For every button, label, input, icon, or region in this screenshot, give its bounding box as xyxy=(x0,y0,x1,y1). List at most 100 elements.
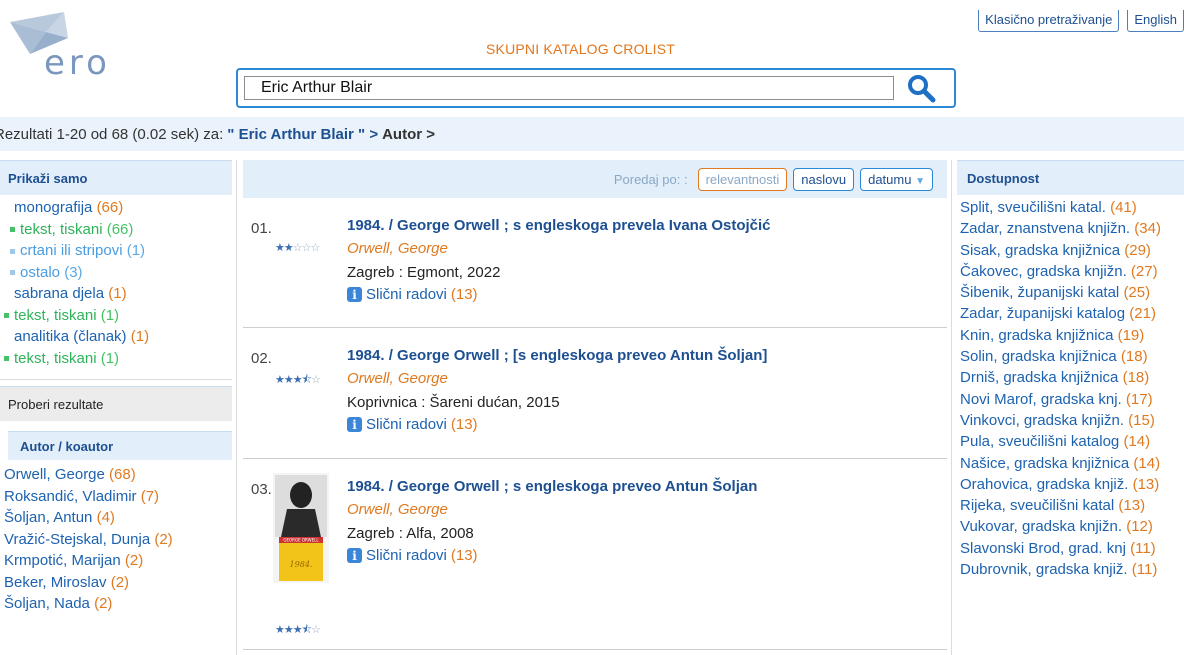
library-item[interactable]: Knin, gradska knjižnica (19) xyxy=(957,325,1184,346)
author-facet-list: Orwell, George (68) Roksandić, Vladimir (… xyxy=(0,464,232,615)
ero-logo[interactable]: ero xyxy=(6,12,126,83)
filter-count: (1) xyxy=(126,242,146,259)
library-count: (18) xyxy=(1120,348,1148,366)
library-item[interactable]: Čakovec, gradska knjižn. (27) xyxy=(957,261,1184,282)
filter-count: (3) xyxy=(64,263,83,281)
library-item[interactable]: Slavonski Brod, grad. knj (11) xyxy=(957,538,1184,559)
author-facet-item[interactable]: Šoljan, Nada (2) xyxy=(4,593,232,615)
author-name: Šoljan, Nada xyxy=(4,595,90,612)
library-item[interactable]: Šibenik, županijski katal (25) xyxy=(957,282,1184,303)
similar-works-link[interactable]: i Slični radovi (13) xyxy=(347,416,478,433)
library-item[interactable]: Orahovica, gradska knjiž. (13) xyxy=(957,474,1184,495)
record-publisher: Zagreb : Alfa, 2008 xyxy=(347,525,474,542)
author-count: (4) xyxy=(96,509,115,526)
library-item[interactable]: Dubrovnik, gradska knjiž. (11) xyxy=(957,559,1184,580)
author-facet-heading: Autor / koautor xyxy=(8,431,232,460)
filter-item[interactable]: ostalo (3) xyxy=(0,262,232,284)
filter-item[interactable]: analitika (članak) (1) xyxy=(0,326,232,348)
library-item[interactable]: Zadar, znanstvena knjižn. (34) xyxy=(957,218,1184,239)
record-title-link[interactable]: 1984. / George Orwell ; [s engleskoga pr… xyxy=(347,347,767,364)
record-number: 02. xyxy=(251,350,272,367)
library-name: Knin, gradska knjižnica xyxy=(960,326,1114,344)
author-name: Krmpotić, Marijan xyxy=(4,552,121,569)
library-item[interactable]: Vukovar, gradska knjižn. (12) xyxy=(957,516,1184,537)
library-item[interactable]: Zadar, županijski katalog (21) xyxy=(957,303,1184,324)
author-facet-item[interactable]: Vražić-Stejskal, Dunja (2) xyxy=(4,529,232,551)
right-divider xyxy=(951,160,952,655)
similar-works-link[interactable]: i Slični radovi (13) xyxy=(347,547,478,564)
library-item[interactable]: Solin, gradska knjižnica (18) xyxy=(957,346,1184,367)
author-count: (2) xyxy=(110,573,130,591)
availability-sidebar: Dostupnost Split, sveučilišni katal. (41… xyxy=(957,160,1184,580)
english-link[interactable]: English xyxy=(1127,10,1184,32)
filter-item[interactable]: crtani ili stripovi (1) xyxy=(0,240,232,262)
bullet-icon xyxy=(10,248,15,254)
library-count: (27) xyxy=(1130,262,1158,280)
filter-count: (66) xyxy=(96,199,124,216)
record-item: 02. ★★★⯪☆ 1984. / George Orwell ; [s engle… xyxy=(243,328,947,459)
query-breadcrumb[interactable]: " Eric Arthur Blair " > xyxy=(227,126,378,143)
filter-label: monografija xyxy=(14,199,93,216)
author-facet-item[interactable]: Roksandić, Vladimir (7) xyxy=(4,486,232,508)
filter-label: tekst, tiskani xyxy=(14,306,97,324)
library-name: Vinkovci, gradska knjižn. xyxy=(960,411,1124,429)
record-author-link[interactable]: Orwell, George xyxy=(347,370,448,387)
bullet-icon xyxy=(4,313,9,319)
library-item[interactable]: Sisak, gradska knjižnica (29) xyxy=(957,240,1184,261)
author-facet-item[interactable]: Beker, Miroslav (2) xyxy=(4,572,232,594)
record-author-link[interactable]: Orwell, George xyxy=(347,501,448,518)
filter-label: analitika (članak) xyxy=(14,328,127,345)
library-count: (11) xyxy=(1131,561,1158,579)
classic-search-link[interactable]: Klasično pretraživanje xyxy=(978,10,1120,32)
author-name: Orwell, George xyxy=(4,466,105,483)
star-rating-icon: ★★☆☆☆ xyxy=(275,242,320,254)
library-item[interactable]: Vinkovci, gradska knjižn. (15) xyxy=(957,410,1184,431)
sort-title-button[interactable]: naslovu xyxy=(793,167,855,191)
filter-count: (1) xyxy=(130,328,150,345)
library-name: Pula, sveučilišni katalog xyxy=(960,433,1120,451)
library-item[interactable]: Rijeka, sveučilišni katal (13) xyxy=(957,495,1184,516)
filter-label: tekst, tiskani xyxy=(20,220,103,238)
filter-item[interactable]: tekst, tiskani (1) xyxy=(0,305,232,327)
author-count: (7) xyxy=(140,487,160,505)
filter-item[interactable]: tekst, tiskani (1) xyxy=(0,348,232,370)
author-facet-item[interactable]: Orwell, George (68) xyxy=(4,464,232,486)
author-facet-item[interactable]: Šoljan, Antun (4) xyxy=(4,507,232,529)
similar-works-link[interactable]: i Slični radovi (13) xyxy=(347,286,478,303)
filter-label: ostalo xyxy=(20,263,61,281)
filter-item[interactable]: monografija (66) xyxy=(0,197,232,219)
sort-date-button[interactable]: datumu ▼ xyxy=(860,167,933,191)
results-panel: Poredaj po: : relevantnosti naslovu datu… xyxy=(243,160,947,650)
similar-count: (13) xyxy=(450,286,478,303)
availability-heading: Dostupnost xyxy=(957,160,1184,195)
library-count: (34) xyxy=(1134,220,1161,238)
library-name: Čakovec, gradska knjižn. xyxy=(960,262,1127,280)
sort-relevance-button[interactable]: relevantnosti xyxy=(697,167,788,191)
filter-count: (66) xyxy=(106,220,134,238)
library-name: Split, sveučilišni katal. xyxy=(960,199,1106,216)
filter-count: (1) xyxy=(100,306,120,324)
bullet-icon xyxy=(10,270,15,276)
search-input[interactable] xyxy=(244,76,894,100)
left-sidebar: Prikaži samo monografija (66) tekst, tisk… xyxy=(0,160,232,615)
author-facet-item[interactable]: Krmpotić, Marijan (2) xyxy=(4,550,232,572)
library-item[interactable]: Pula, sveučilišni katalog (14) xyxy=(957,431,1184,452)
record-author-link[interactable]: Orwell, George xyxy=(347,240,448,257)
similar-label: Slični radovi xyxy=(366,416,447,433)
library-item[interactable]: Našice, gradska knjižnica (14) xyxy=(957,453,1184,474)
similar-count: (13) xyxy=(450,547,478,564)
search-button[interactable] xyxy=(898,72,944,104)
filter-item[interactable]: sabrana djela (1) xyxy=(0,283,232,305)
record-item: 01. ★★☆☆☆ 1984. / George Orwell ; s engles… xyxy=(243,198,947,328)
library-name: Slavonski Brod, grad. knj xyxy=(960,539,1126,557)
similar-count: (13) xyxy=(450,416,478,433)
book-cover-image[interactable]: 1984. GEORGE ORWELL xyxy=(273,473,329,583)
library-item[interactable]: Drniš, gradska knjižnica (18) xyxy=(957,367,1184,388)
filter-item[interactable]: tekst, tiskani (66) xyxy=(0,219,232,241)
library-item[interactable]: Novi Marof, gradska knj. (17) xyxy=(957,389,1184,410)
magnifier-icon xyxy=(908,75,936,103)
record-title-link[interactable]: 1984. / George Orwell ; s engleskoga pre… xyxy=(347,478,757,495)
library-count: (13) xyxy=(1132,475,1160,493)
library-item[interactable]: Split, sveučilišni katal. (41) xyxy=(957,197,1184,218)
record-title-link[interactable]: 1984. / George Orwell ; s engleskoga pre… xyxy=(347,217,771,234)
